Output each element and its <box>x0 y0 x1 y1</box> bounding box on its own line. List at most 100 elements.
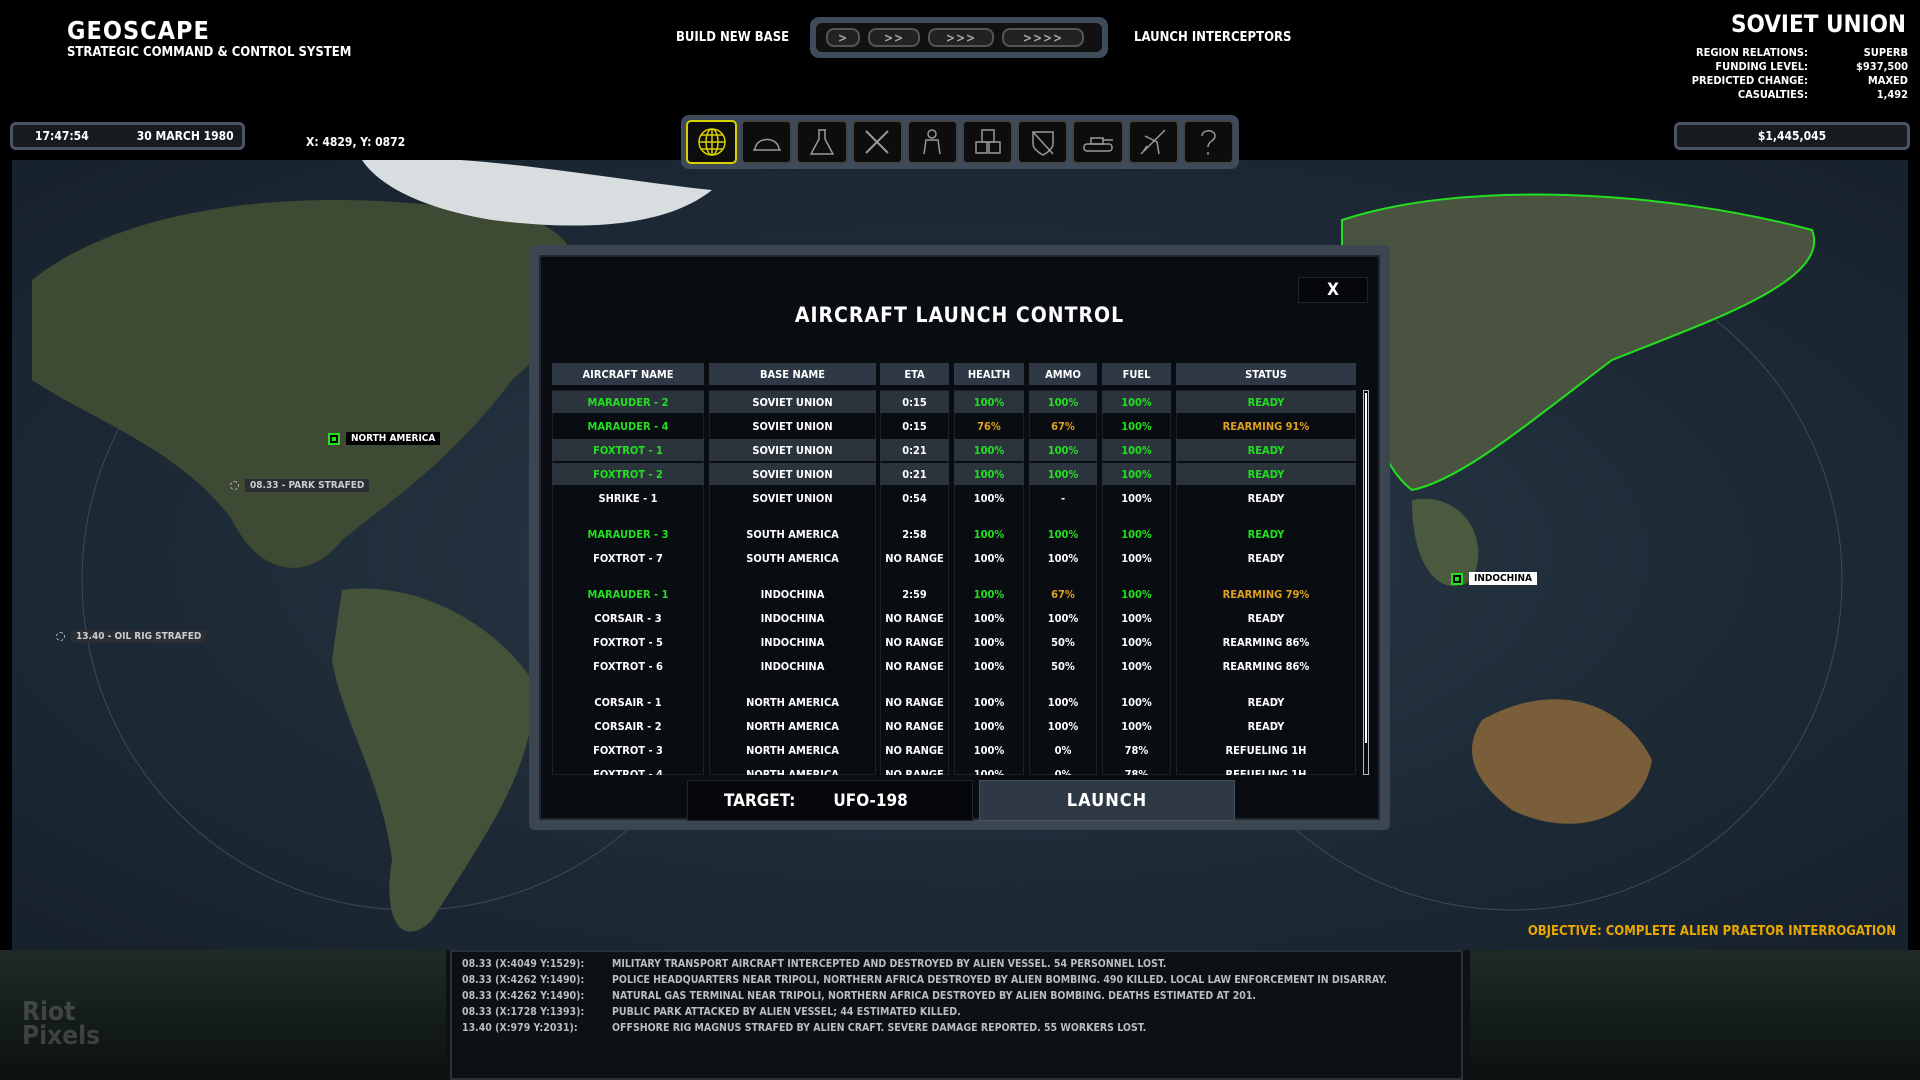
research-button[interactable] <box>796 120 848 164</box>
date-text: 30 MARCH 1980 <box>136 129 234 143</box>
table-cell: READY <box>1176 391 1356 413</box>
table-cell: 100% <box>1047 551 1079 565</box>
aircraft-row[interactable]: MARAUDER - 2 SOVIET UNION 0:15 100% 100% 100%… <box>541 390 1378 414</box>
table-cell: READY <box>1247 611 1285 625</box>
table-cell: READY <box>1247 719 1285 733</box>
stat-value: MAXED <box>1867 74 1908 87</box>
table-cell: 100% <box>973 527 1005 541</box>
table-cell: 100% <box>973 611 1005 625</box>
log-message: PUBLIC PARK ATTACKED BY ALIEN VESSEL; 44… <box>612 1006 961 1018</box>
table-cell: CORSAIR - 1 <box>594 695 662 709</box>
aircraft-row[interactable]: FOXTROT - 7 SOUTH AMERICA NO RANGE 100% 100%… <box>541 546 1378 570</box>
table-cell: 2:58 <box>902 527 927 541</box>
column-header[interactable]: BASE NAME <box>709 363 876 385</box>
help-button[interactable] <box>1182 120 1235 164</box>
engineering-button[interactable] <box>851 120 903 164</box>
close-button[interactable]: X <box>1298 277 1368 303</box>
log-time: 13.40 (X:979 Y:2031): <box>462 1022 578 1034</box>
event-icon <box>230 481 239 490</box>
stat-value: 1,492 <box>1876 88 1908 101</box>
vehicles-button[interactable] <box>1072 120 1124 164</box>
aircraft-row[interactable]: CORSAIR - 3 INDOCHINA NO RANGE 100% 100% 100%… <box>541 606 1378 630</box>
log-entry: 13.40 (X:979 Y:2031): OFFSHORE RIG MAGNUS… <box>462 1020 1451 1036</box>
hangar-button[interactable] <box>1127 120 1179 164</box>
speed-4-button[interactable]: >>>> <box>1002 28 1084 47</box>
help-icon <box>1201 130 1217 155</box>
table-cell: 0% <box>1054 767 1072 776</box>
event-marker-oil-rig[interactable]: 13.40 - OIL RIG STRAFED <box>56 630 207 643</box>
aircraft-row[interactable]: FOXTROT - 1 SOVIET UNION 0:21 100% 100% 100% R… <box>541 438 1378 462</box>
table-cell: INDOCHINA <box>760 659 825 673</box>
aircraft-row[interactable]: SHRIKE - 1 SOVIET UNION 0:54 100% - 100% READY <box>541 486 1378 510</box>
column-header[interactable]: HEALTH <box>954 363 1024 385</box>
aircraft-row[interactable]: FOXTROT - 3 NORTH AMERICA NO RANGE 100% 0% 78… <box>541 738 1378 762</box>
table-cell: INDOCHINA <box>760 635 825 649</box>
log-message: POLICE HEADQUARTERS NEAR TRIPOLI, NORTHE… <box>612 974 1387 986</box>
globe-button[interactable] <box>686 120 738 164</box>
log-message: OFFSHORE RIG MAGNUS STRAFED BY ALIEN CRA… <box>612 1022 1147 1034</box>
aircraft-row[interactable]: MARAUDER - 3 SOUTH AMERICA 2:58 100% 100% 100… <box>541 522 1378 546</box>
event-log[interactable]: 08.33 (X:4049 Y:1529): MILITARY TRANSPORT… <box>450 950 1463 1080</box>
table-cell: 50% <box>1051 635 1075 649</box>
base-marker-indochina[interactable]: INDOCHINA <box>1451 572 1537 585</box>
stat-label: PREDICTED CHANGE: <box>1691 74 1808 87</box>
region-name: SOVIET UNION <box>1730 10 1906 38</box>
log-entry: 08.33 (X:1728 Y:1393): PUBLIC PARK ATTACK… <box>462 1004 1451 1020</box>
table-cell: NO RANGE <box>885 635 944 649</box>
column-header[interactable]: AMMO <box>1029 363 1097 385</box>
stat-label: FUNDING LEVEL: <box>1715 60 1808 73</box>
table-cell: 100% <box>1121 551 1152 565</box>
scrollbar-thumb[interactable] <box>1365 393 1367 743</box>
log-entry: 08.33 (X:4049 Y:1529): MILITARY TRANSPORT… <box>462 956 1451 972</box>
launch-button[interactable]: LAUNCH <box>979 780 1235 821</box>
build-new-base-button[interactable]: BUILD NEW BASE <box>676 30 789 45</box>
aircraft-row[interactable]: CORSAIR - 2 NORTH AMERICA NO RANGE 100% 100%… <box>541 714 1378 738</box>
table-cell: 0:15 <box>880 391 949 413</box>
weapons-button[interactable] <box>1017 120 1069 164</box>
table-cell: 100% <box>1121 491 1152 505</box>
table-cell: 100% <box>1102 391 1171 413</box>
scrollbar[interactable] <box>1363 390 1369 775</box>
aircraft-row[interactable]: FOXTROT - 6 INDOCHINA NO RANGE 100% 50% 100% R… <box>541 654 1378 678</box>
aircraft-row[interactable]: MARAUDER - 1 INDOCHINA 2:59 100% 67% 100% REAR… <box>541 582 1378 606</box>
supplies-crates-icon <box>974 129 1001 154</box>
table-cell: READY <box>1247 491 1285 505</box>
supplies-button[interactable] <box>962 120 1014 164</box>
table-cell: 100% <box>1121 659 1152 673</box>
table-cell: 100% <box>1029 463 1097 485</box>
base-marker-north-america[interactable]: NORTH AMERICA <box>328 432 441 445</box>
aircraft-row[interactable]: FOXTROT - 2 SOVIET UNION 0:21 100% 100% 100% R… <box>541 462 1378 486</box>
table-cell: NO RANGE <box>885 551 944 565</box>
table-cell: NORTH AMERICA <box>746 719 839 733</box>
table-cell: REARMING 86% <box>1222 635 1310 649</box>
table-cell: 100% <box>1102 439 1171 461</box>
barracks-button[interactable] <box>906 120 959 164</box>
column-header[interactable]: STATUS <box>1176 363 1356 385</box>
table-cell: 78% <box>1124 743 1149 757</box>
table-cell: 100% <box>1047 611 1079 625</box>
table-cell: NO RANGE <box>885 695 944 709</box>
globe-icon <box>697 128 726 156</box>
table-cell: 100% <box>1047 527 1079 541</box>
aircraft-row[interactable]: CORSAIR - 1 NORTH AMERICA NO RANGE 100% 100%… <box>541 690 1378 714</box>
column-header[interactable]: ETA <box>880 363 949 385</box>
table-cell: 0% <box>1054 743 1072 757</box>
event-marker-park[interactable]: 08.33 - PARK STRAFED <box>230 479 370 492</box>
table-cell: NORTH AMERICA <box>746 767 839 776</box>
table-cell: 67% <box>1051 419 1075 433</box>
base-button[interactable] <box>741 120 793 164</box>
aircraft-row[interactable]: MARAUDER - 4 SOVIET UNION 0:15 76% 67% 100% RE… <box>541 414 1378 438</box>
column-header[interactable]: AIRCRAFT NAME <box>552 363 704 385</box>
table-cell: READY <box>1247 695 1285 709</box>
speed-1-button[interactable]: > <box>826 28 860 47</box>
table-cell: 100% <box>1029 439 1097 461</box>
table-cell: 100% <box>954 439 1024 461</box>
log-time: 08.33 (X:4262 Y:1490): <box>462 974 585 986</box>
aircraft-row[interactable]: FOXTROT - 5 INDOCHINA NO RANGE 100% 50% 100% R… <box>541 630 1378 654</box>
speed-3-button[interactable]: >>> <box>928 28 994 47</box>
speed-2-button[interactable]: >> <box>868 28 920 47</box>
column-header[interactable]: FUEL <box>1102 363 1171 385</box>
aircraft-icon <box>1140 129 1166 155</box>
launch-interceptors-button[interactable]: LAUNCH INTERCEPTORS <box>1134 30 1291 45</box>
aircraft-row[interactable]: FOXTROT - 4 NORTH AMERICA NO RANGE 100% 0% 78… <box>541 762 1378 776</box>
